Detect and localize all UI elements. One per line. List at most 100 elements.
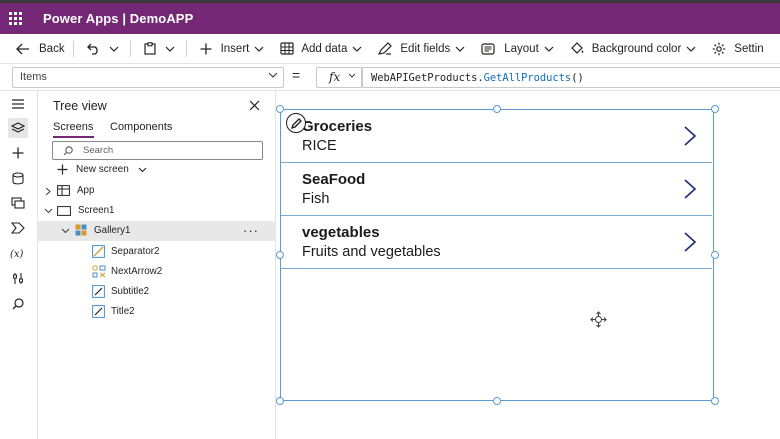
tree-node-label: Gallery1 (94, 225, 131, 236)
more-options-button[interactable]: ··· (243, 223, 259, 238)
chevron-down-icon (268, 72, 278, 78)
back-button[interactable]: Back (0, 34, 70, 63)
gallery-item-title[interactable]: SeaFood (302, 171, 365, 188)
add-data-button[interactable]: Add data (269, 34, 367, 63)
edit-fields-button[interactable]: Edit fields (367, 34, 470, 63)
menu-icon[interactable] (8, 94, 28, 114)
tree-node-label: Separator2 (111, 246, 160, 257)
gallery-icon (75, 224, 87, 236)
media-icon[interactable] (8, 193, 28, 213)
formula-text-suffix: () (571, 72, 584, 84)
gallery-item-subtitle[interactable]: Fish (302, 191, 329, 207)
tree-node-label: App (77, 185, 95, 196)
move-cursor-icon (590, 311, 607, 328)
chevron-right-icon[interactable] (683, 232, 697, 252)
tree-node-nextarrow2[interactable]: NextArrow2 (38, 262, 276, 282)
waffle-icon[interactable] (9, 11, 23, 26)
svg-text:(x): (x) (10, 249, 24, 259)
resize-handle[interactable] (276, 251, 284, 259)
tree-node-separator2[interactable]: Separator2 (38, 242, 276, 262)
resize-handle[interactable] (493, 397, 501, 405)
gallery-item-subtitle[interactable]: RICE (302, 138, 337, 154)
gallery-item[interactable]: Groceries RICE (281, 110, 712, 163)
chevron-right-icon[interactable] (683, 126, 697, 146)
tree-node-subtitle2[interactable]: Subtitle2 (38, 282, 276, 302)
gallery1[interactable]: Groceries RICE SeaFood Fish vegetables F… (280, 109, 714, 401)
paint-bucket-icon (570, 42, 584, 54)
settings-label: Settin (734, 42, 764, 55)
search-icon[interactable] (8, 294, 28, 314)
chevron-down-icon (138, 167, 147, 172)
tree-node-label: Title2 (111, 306, 135, 317)
formula-input[interactable]: WebAPIGetProducts.GetAllProducts() (362, 67, 780, 88)
background-color-button[interactable]: Background color (559, 34, 702, 63)
toolbar-divider (72, 40, 74, 57)
chevron-down-icon (109, 46, 119, 52)
paste-dropdown[interactable] (161, 34, 183, 63)
gallery-item[interactable]: SeaFood Fish (281, 163, 712, 216)
chevron-down-icon (544, 46, 554, 52)
gallery-item[interactable]: vegetables Fruits and vegetables (281, 216, 712, 269)
plus-icon[interactable] (8, 143, 28, 163)
tree-node-title2[interactable]: Title2 (38, 302, 276, 322)
layers-icon[interactable] (8, 118, 28, 138)
app-title: Power Apps | DemoAPP (43, 11, 194, 26)
variables-icon[interactable]: (x) (8, 243, 28, 263)
insert-button[interactable]: Insert (190, 34, 270, 63)
layout-button[interactable]: Layout (470, 34, 559, 63)
tree-node-app[interactable]: App (38, 181, 276, 201)
formula-bar: Items = fx WebAPIGetProducts.GetAllProdu… (0, 63, 780, 91)
undo-button[interactable] (77, 34, 105, 63)
formula-text-prefix: WebAPIGetProducts. (371, 72, 484, 84)
arrow-left-icon (16, 43, 29, 54)
toolbar-divider (129, 40, 131, 57)
settings-button[interactable]: Settin (701, 34, 768, 63)
design-canvas[interactable]: Groceries RICE SeaFood Fish vegetables F… (276, 91, 780, 439)
chevron-down-icon (61, 228, 70, 234)
close-icon[interactable] (249, 100, 260, 111)
tree-search-input[interactable] (83, 144, 253, 157)
resize-handle[interactable] (711, 397, 719, 405)
database-icon (280, 42, 294, 55)
data-icon[interactable] (8, 168, 28, 188)
tab-components[interactable]: Components (110, 121, 172, 133)
left-nav-rail: (x) (0, 91, 38, 439)
clipboard-icon (143, 42, 156, 55)
chevron-down-icon (352, 46, 362, 52)
edit-gallery-icon[interactable] (286, 113, 306, 133)
insert-label: Insert (220, 42, 250, 55)
gallery-item-title[interactable]: vegetables (302, 224, 380, 241)
chevron-right-icon[interactable] (683, 179, 697, 199)
undo-dropdown[interactable] (105, 34, 127, 63)
resize-handle[interactable] (493, 105, 501, 113)
label-edit-icon (92, 285, 105, 298)
chevron-down-icon (455, 46, 465, 52)
add-data-label: Add data (301, 42, 348, 55)
property-dropdown[interactable]: Items (12, 67, 284, 88)
background-color-label: Background color (591, 42, 682, 55)
resize-handle[interactable] (276, 397, 284, 405)
gallery-item-subtitle[interactable]: Fruits and vegetables (302, 244, 441, 260)
plus-icon (57, 164, 68, 175)
tree-node-label: Subtitle2 (111, 286, 150, 297)
tools-icon[interactable] (8, 268, 28, 288)
tab-screens[interactable]: Screens (53, 121, 93, 133)
property-dropdown-value: Items (20, 71, 47, 83)
power-automate-icon[interactable] (8, 218, 28, 238)
resize-handle[interactable] (276, 105, 284, 113)
title-bar: Power Apps | DemoAPP (0, 3, 780, 34)
paste-button[interactable] (134, 34, 161, 63)
plus-icon (200, 43, 212, 54)
tree-node-gallery1[interactable]: Gallery1 ··· (38, 221, 276, 241)
fx-icon: fx (329, 70, 341, 84)
fx-button[interactable]: fx (316, 67, 362, 88)
gallery-item-title[interactable]: Groceries (302, 118, 372, 135)
toolbar-divider (185, 40, 187, 57)
resize-handle[interactable] (711, 105, 719, 113)
tree-search-box (52, 141, 263, 160)
tree-node-screen1[interactable]: Screen1 (38, 201, 276, 221)
new-screen-button[interactable]: New screen (57, 164, 147, 175)
resize-handle[interactable] (711, 251, 719, 259)
chevron-down-icon (348, 73, 356, 78)
search-icon (63, 146, 73, 156)
